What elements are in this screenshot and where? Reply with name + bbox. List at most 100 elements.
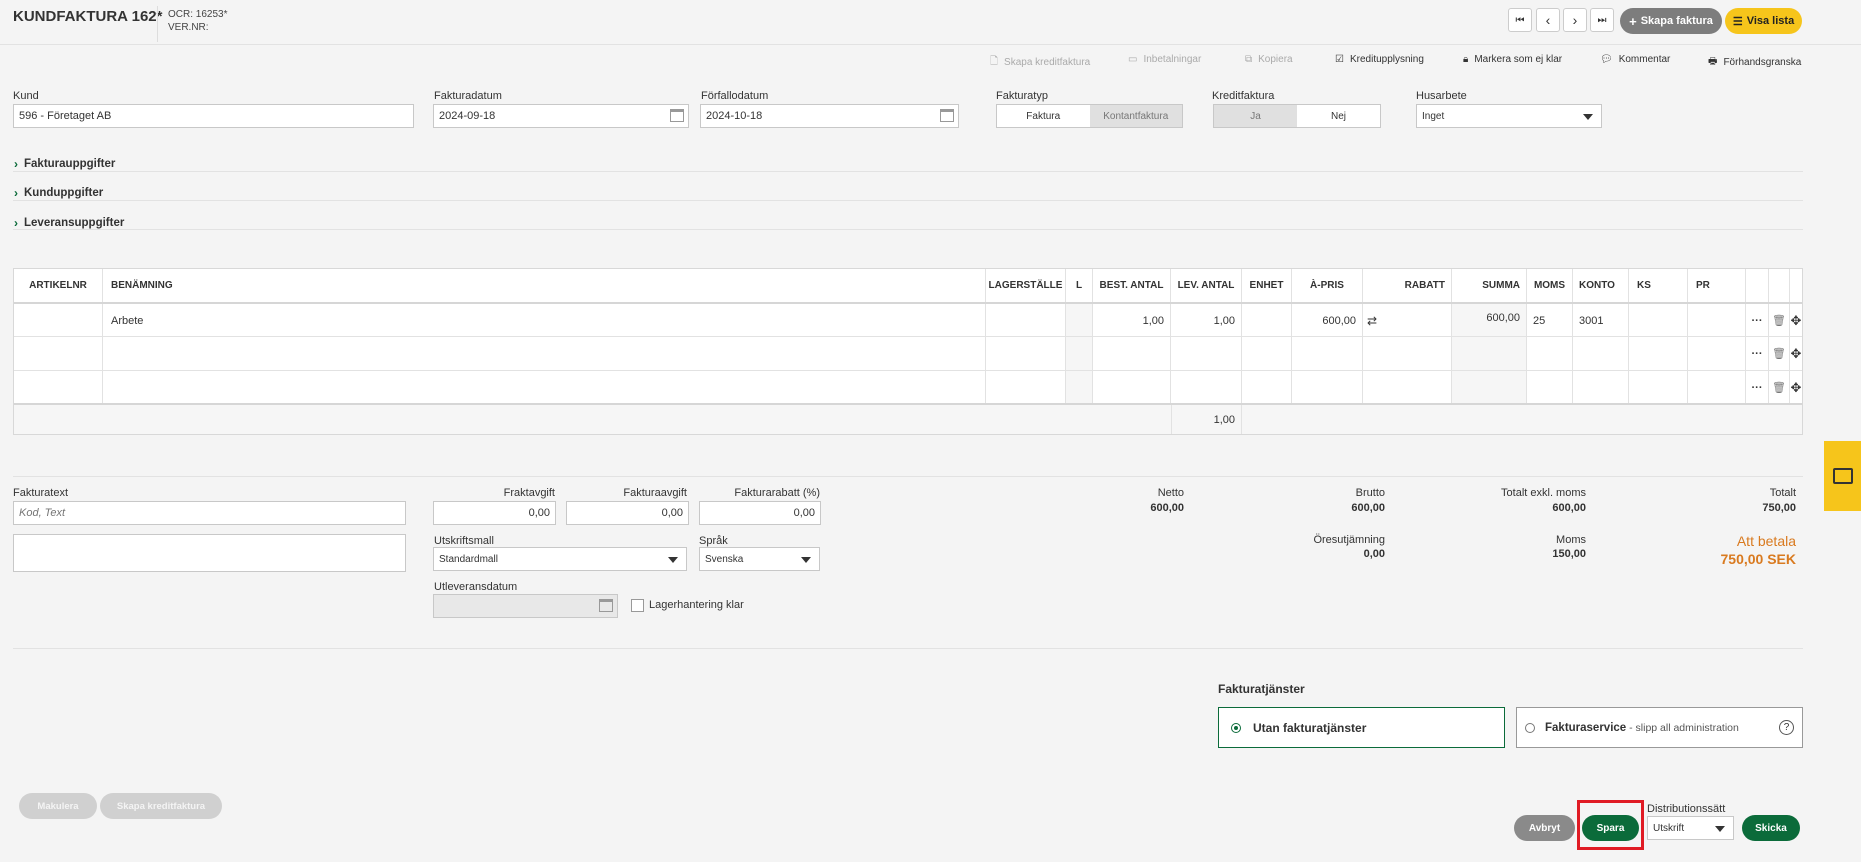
more-icon[interactable]: ···: [1746, 371, 1769, 404]
col-enhet[interactable]: ENHET: [1242, 269, 1292, 302]
cell-enhet[interactable]: [1242, 337, 1292, 370]
col-konto[interactable]: KONTO: [1573, 269, 1629, 302]
col-pr[interactable]: PR: [1688, 269, 1746, 302]
cell-enhet[interactable]: [1242, 371, 1292, 404]
invoice-text-input[interactable]: [13, 501, 406, 525]
cell-pr[interactable]: [1688, 371, 1746, 404]
invoice-type-faktura[interactable]: Faktura: [997, 105, 1090, 127]
cell-benamning[interactable]: [103, 371, 986, 404]
cell-konto[interactable]: 3001: [1573, 304, 1629, 337]
cell-konto[interactable]: [1573, 337, 1629, 370]
cell-pr[interactable]: [1688, 337, 1746, 370]
calendar-icon[interactable]: [940, 109, 954, 122]
abort-button[interactable]: Avbryt: [1514, 815, 1575, 841]
house-work-select[interactable]: Inget: [1416, 104, 1602, 128]
distribution-select[interactable]: Utskrift: [1647, 816, 1734, 840]
cell-artikelnr[interactable]: [14, 337, 103, 370]
help-icon[interactable]: ?: [1779, 720, 1794, 735]
cell-ks[interactable]: [1629, 371, 1688, 404]
section-customer-details[interactable]: › Kunduppgifter: [14, 186, 103, 200]
cell-ks[interactable]: [1629, 337, 1688, 370]
invoice-type-kontant[interactable]: Kontantfaktura: [1089, 105, 1182, 127]
send-button[interactable]: Skicka: [1742, 815, 1800, 841]
col-summa[interactable]: SUMMA: [1452, 269, 1527, 302]
col-best-antal[interactable]: BEST. ANTAL: [1093, 269, 1171, 302]
cell-pr[interactable]: [1688, 304, 1746, 337]
cell-artikelnr[interactable]: [14, 371, 103, 404]
move-icon[interactable]: ✥: [1790, 337, 1802, 370]
due-date-input[interactable]: 2024-10-18: [700, 104, 959, 128]
create-credit-button[interactable]: Skapa kreditfaktura: [100, 793, 222, 819]
toolbar-mark-unready[interactable]: 🔒︎ Markera som ej klar: [1463, 54, 1562, 65]
invoice-text-area[interactable]: [13, 534, 406, 572]
calendar-icon[interactable]: [670, 109, 684, 122]
credit-yes[interactable]: Ja: [1214, 105, 1297, 127]
cell-lagerstalle[interactable]: [986, 304, 1066, 337]
move-icon[interactable]: ✥: [1790, 304, 1802, 337]
cancel-invoice-button[interactable]: Makulera: [19, 793, 97, 819]
col-ks[interactable]: KS: [1629, 269, 1688, 302]
invoice-discount-input[interactable]: 0,00: [699, 501, 821, 525]
cell-a-pris[interactable]: [1292, 371, 1363, 404]
language-select[interactable]: Svenska: [699, 547, 820, 571]
toolbar-create-credit[interactable]: 🗋 Skapa kreditfaktura: [990, 54, 1090, 71]
stock-ready-checkbox[interactable]: [631, 599, 644, 612]
toolbar-credit-check[interactable]: ☑ Kreditupplysning: [1335, 54, 1424, 65]
toolbar-comment[interactable]: 💬︎ Kommentar: [1600, 54, 1670, 65]
customer-input[interactable]: 596 - Företaget AB: [13, 104, 414, 128]
cell-rabatt[interactable]: ⇄: [1363, 304, 1452, 337]
col-a-pris[interactable]: À-PRIS: [1292, 269, 1363, 302]
last-record-button[interactable]: ⏭: [1590, 8, 1614, 32]
cell-lagerstalle[interactable]: [986, 371, 1066, 404]
freight-input[interactable]: 0,00: [433, 501, 556, 525]
cell-a-pris[interactable]: 600,00: [1292, 304, 1363, 337]
invoice-fee-input[interactable]: 0,00: [566, 501, 689, 525]
section-invoice-details[interactable]: › Fakturauppgifter: [14, 157, 115, 171]
more-icon[interactable]: ···: [1746, 337, 1769, 370]
cell-benamning[interactable]: Arbete: [103, 304, 986, 337]
col-lev-antal[interactable]: LEV. ANTAL: [1171, 269, 1242, 302]
service-option-fakturaservice[interactable]: Fakturaservice - slipp all administratio…: [1516, 707, 1803, 748]
move-icon[interactable]: ✥: [1790, 371, 1802, 404]
toolbar-payments[interactable]: ▭ Inbetalningar: [1128, 54, 1201, 65]
cell-lev-antal[interactable]: [1171, 337, 1242, 370]
swap-icon[interactable]: ⇄: [1367, 314, 1377, 328]
col-lagerstalle[interactable]: LAGERSTÄLLE: [986, 269, 1066, 302]
print-template-select[interactable]: Standardmall: [433, 547, 687, 571]
cell-rabatt[interactable]: [1363, 337, 1452, 370]
cell-rabatt[interactable]: [1363, 371, 1452, 404]
service-option-none[interactable]: Utan fakturatjänster: [1218, 707, 1505, 748]
more-icon[interactable]: ···: [1746, 304, 1769, 337]
cell-lev-antal[interactable]: [1171, 371, 1242, 404]
cell-a-pris[interactable]: [1292, 337, 1363, 370]
first-record-button[interactable]: ⏮: [1508, 8, 1532, 32]
trash-icon[interactable]: 🗑︎: [1769, 371, 1790, 404]
show-list-button[interactable]: ☰ Visa lista: [1725, 8, 1802, 34]
save-button[interactable]: Spara: [1582, 815, 1639, 841]
cell-moms[interactable]: 25: [1527, 304, 1573, 337]
cell-ks[interactable]: [1629, 304, 1688, 337]
cell-best-antal[interactable]: [1093, 337, 1171, 370]
col-l[interactable]: L: [1066, 269, 1093, 302]
cell-moms[interactable]: [1527, 371, 1573, 404]
col-benamning[interactable]: BENÄMNING: [103, 269, 986, 302]
cell-lagerstalle[interactable]: [986, 337, 1066, 370]
cell-artikelnr[interactable]: [14, 304, 103, 337]
prev-record-button[interactable]: ‹: [1536, 8, 1560, 32]
toolbar-preview[interactable]: 🖶 Förhandsgranska: [1708, 54, 1801, 71]
side-panel-tab[interactable]: [1824, 441, 1861, 511]
trash-icon[interactable]: 🗑︎: [1769, 304, 1790, 337]
cell-benamning[interactable]: [103, 337, 986, 370]
invoice-date-input[interactable]: 2024-09-18: [433, 104, 689, 128]
create-invoice-button[interactable]: + Skapa faktura: [1620, 8, 1722, 34]
cell-moms[interactable]: [1527, 337, 1573, 370]
trash-icon[interactable]: 🗑︎: [1769, 337, 1790, 370]
cell-best-antal[interactable]: [1093, 371, 1171, 404]
section-delivery-details[interactable]: › Leveransuppgifter: [14, 216, 124, 230]
col-rabatt[interactable]: RABATT: [1363, 269, 1452, 302]
cell-konto[interactable]: [1573, 371, 1629, 404]
cell-lev-antal[interactable]: 1,00: [1171, 304, 1242, 337]
col-artikelnr[interactable]: ARTIKELNR: [14, 269, 103, 302]
toolbar-copy[interactable]: ⧉ Kopiera: [1245, 54, 1293, 65]
next-record-button[interactable]: ›: [1563, 8, 1587, 32]
